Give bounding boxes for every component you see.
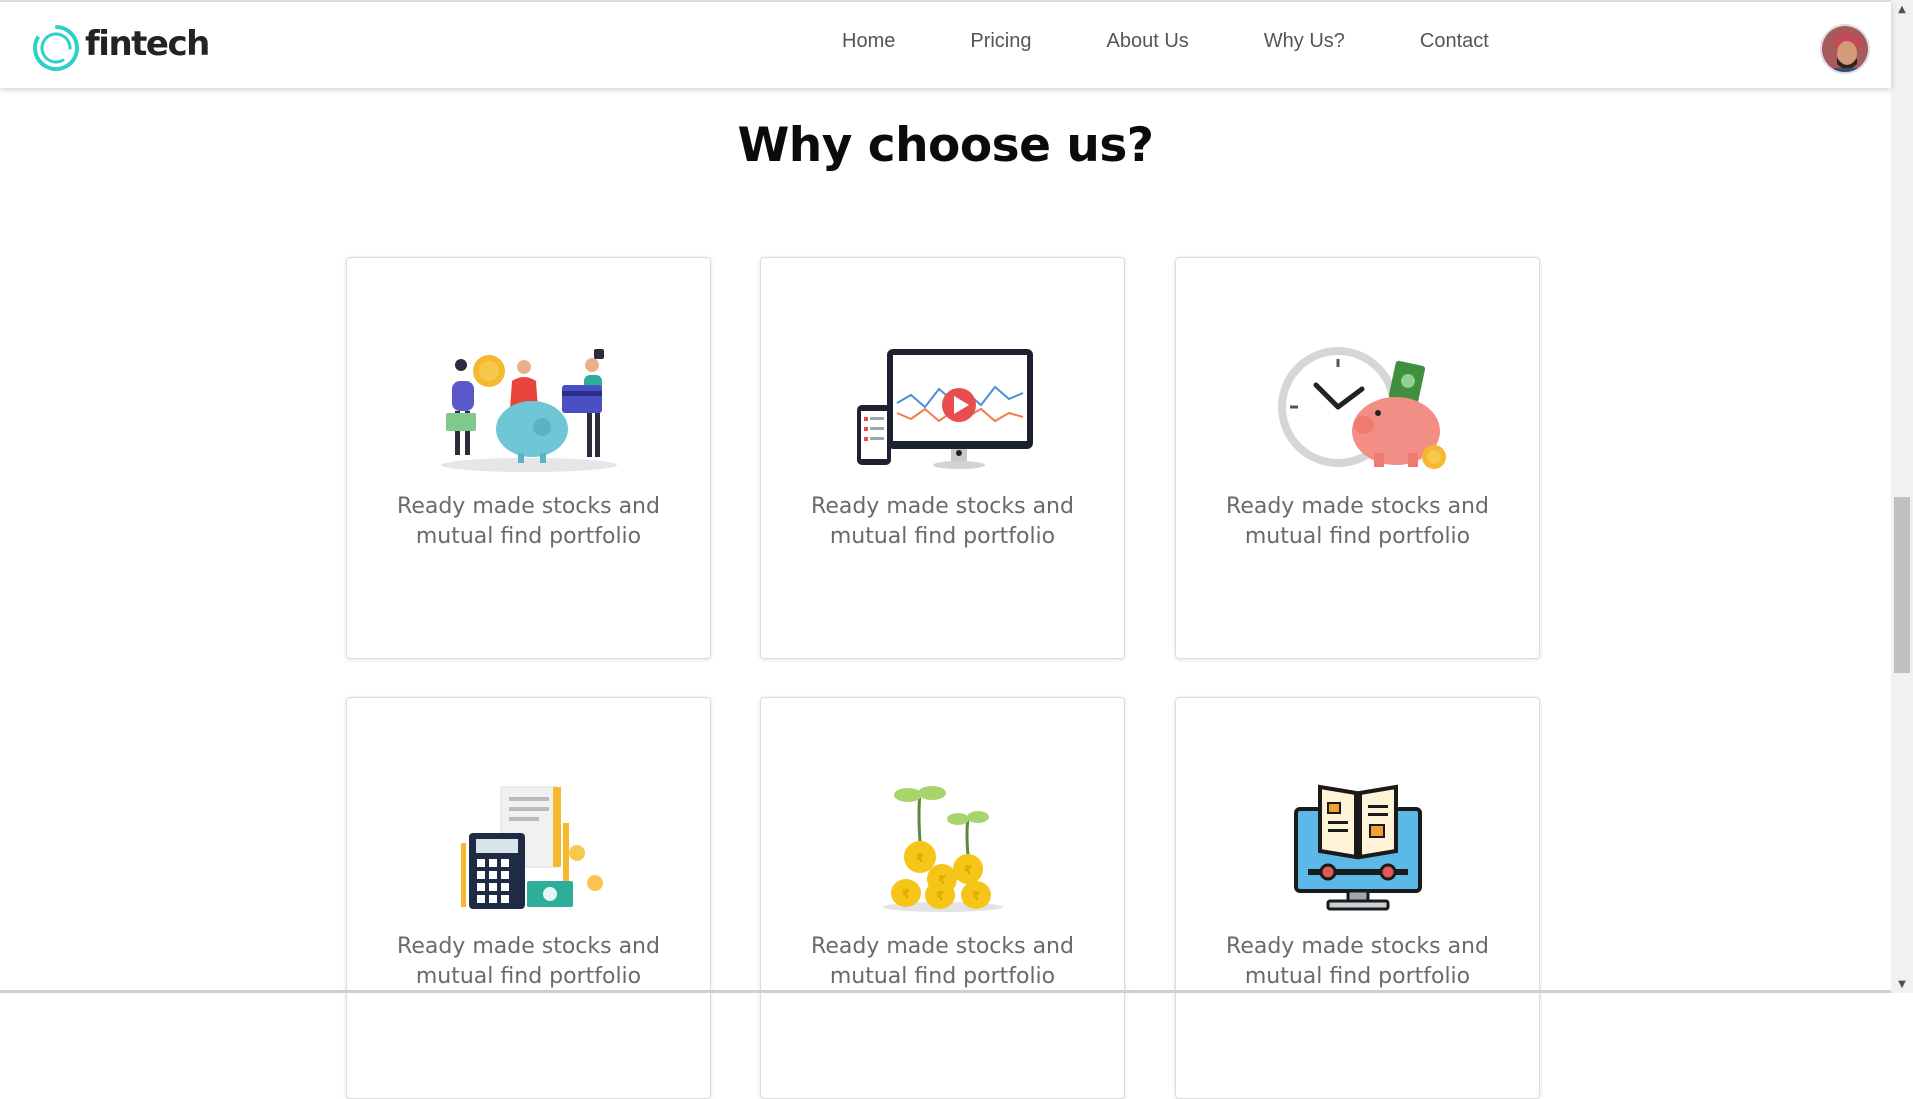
tax-calculator-illustration [429,778,629,918]
card-text: Ready made stocks and mutual find portfo… [1226,934,1489,989]
logo-text: fintech [85,24,210,64]
scrollbar-thumb[interactable] [1894,497,1910,673]
vertical-scrollbar[interactable]: ▲ ▼ [1891,0,1913,993]
svg-text:₹: ₹ [938,873,946,887]
nav-why-us[interactable]: Why Us? [1264,30,1345,53]
card-text: Ready made stocks and mutual find portfo… [397,494,660,549]
feature-card: Ready made stocks and mutual find portfo… [346,697,711,1099]
section-title: Why choose us? [737,118,1154,173]
svg-text:₹: ₹ [964,863,972,877]
money-growth-illustration: ₹ ₹ ₹ ₹ ₹ ₹ [843,778,1043,918]
family-savings-illustration [429,338,629,478]
feature-card: Ready made stocks and mutual find portfo… [346,257,711,659]
scroll-up-arrow-icon[interactable]: ▲ [1891,0,1913,18]
feature-card: Ready made stocks and mutual find portfo… [1175,257,1540,659]
nav-pricing[interactable]: Pricing [970,30,1031,53]
svg-text:₹: ₹ [902,887,910,901]
nav-home[interactable]: Home [842,30,895,53]
avatar-icon [1822,26,1868,72]
scroll-down-arrow-icon[interactable]: ▼ [1891,975,1913,993]
card-text: Ready made stocks and mutual find portfo… [811,494,1074,549]
video-analytics-illustration [843,338,1043,478]
site-header: fintech Home Pricing About Us Why Us? Co… [0,2,1891,88]
logo-icon [33,25,79,71]
feature-card: Ready made stocks and mutual find portfo… [1175,697,1540,1099]
nav-about-us[interactable]: About Us [1107,30,1189,53]
card-text: Ready made stocks and mutual find portfo… [811,934,1074,989]
card-text: Ready made stocks and mutual find portfo… [1226,494,1489,549]
svg-text:₹: ₹ [972,889,980,903]
card-text: Ready made stocks and mutual find portfo… [397,934,660,989]
svg-text:₹: ₹ [916,851,924,865]
svg-text:₹: ₹ [936,889,944,903]
logo[interactable]: fintech [30,22,210,74]
clock-piggy-bank-illustration [1258,338,1458,478]
main-nav: Home Pricing About Us Why Us? Contact [842,30,1489,53]
nav-contact[interactable]: Contact [1420,30,1489,53]
feature-card: Ready made stocks and mutual find portfo… [760,257,1125,659]
user-avatar[interactable] [1820,24,1870,74]
online-learning-illustration [1258,778,1458,918]
feature-card: ₹ ₹ ₹ ₹ ₹ ₹ Ready made stocks and mutual fin… [760,697,1125,1099]
